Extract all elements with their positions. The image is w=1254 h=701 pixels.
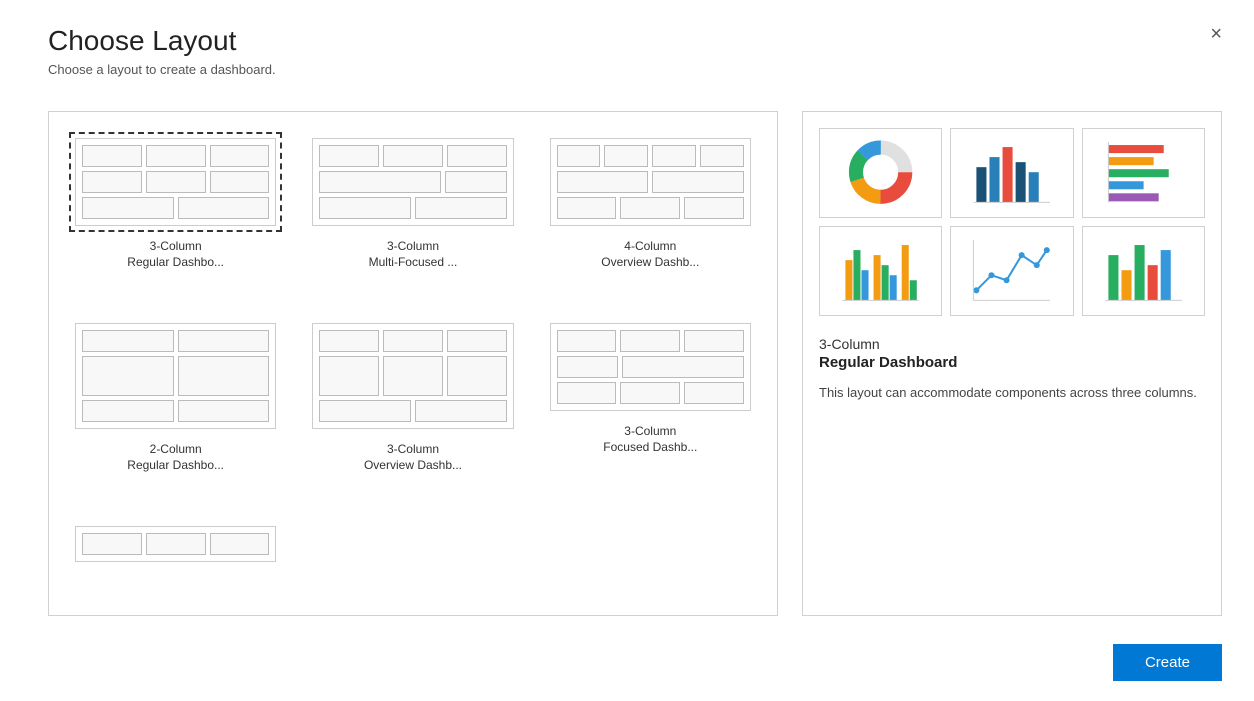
layout-thumb-wrap [69, 520, 282, 568]
thumb-cell [620, 197, 680, 219]
layout-thumb [550, 138, 751, 226]
thumb-cell [652, 171, 744, 193]
chart-cell-donut [819, 128, 942, 218]
layout-label: 3-ColumnMulti-Focused ... [369, 238, 458, 272]
layout-thumb [312, 138, 513, 226]
thumb-cell [620, 330, 680, 352]
layout-thumb [312, 323, 513, 429]
thumb-cell [319, 330, 379, 352]
thumb-cell [684, 197, 744, 219]
layout-item-3col-focused[interactable]: 3-ColumnFocused Dashb... [540, 313, 761, 500]
layout-thumb-wrap [69, 132, 282, 232]
thumb-cell [146, 145, 206, 167]
thumb-cell [557, 356, 619, 378]
thumb-cell [178, 400, 270, 422]
choose-layout-dialog: Choose Layout Choose a layout to create … [0, 0, 1254, 701]
layout-item-3col-multifocused[interactable]: 3-ColumnMulti-Focused ... [302, 128, 523, 297]
thumb-cell [684, 330, 744, 352]
thumb-cell [82, 171, 142, 193]
thumb-cell [178, 356, 270, 396]
layout-thumb-wrap [306, 132, 519, 232]
chart-cell-bar [950, 128, 1073, 218]
preview-layout-name: Regular Dashboard [819, 354, 1205, 371]
thumb-cell [620, 382, 680, 404]
layout-thumb-wrap [544, 132, 757, 232]
thumb-cell [652, 145, 696, 167]
preview-description: This layout can accommodate components a… [819, 383, 1205, 403]
thumb-cell [82, 356, 174, 396]
chart-cell-multibar [1082, 226, 1205, 316]
thumb-cell [82, 197, 174, 219]
dialog-header: Choose Layout Choose a layout to create … [0, 0, 1254, 87]
thumb-cell [383, 356, 443, 396]
layout-label: 2-ColumnRegular Dashbo... [127, 441, 224, 475]
layout-label: 4-ColumnOverview Dashb... [601, 238, 699, 272]
layout-thumb-wrap [69, 317, 282, 435]
preview-charts [819, 128, 1205, 316]
chart-cell-line [950, 226, 1073, 316]
thumb-cell [178, 197, 270, 219]
chart-cell-grouped-bar [819, 226, 942, 316]
thumb-cell [557, 171, 649, 193]
layout-item-4col-overview[interactable]: 4-ColumnOverview Dashb... [540, 128, 761, 297]
thumb-cell [210, 171, 270, 193]
thumb-cell [447, 356, 507, 396]
preview-layout-type: 3-Column [819, 336, 1205, 352]
thumb-cell [557, 382, 617, 404]
thumb-cell [700, 145, 744, 167]
layout-label: 3-ColumnOverview Dashb... [364, 441, 462, 475]
layout-thumb [75, 323, 276, 429]
thumb-cell [210, 145, 270, 167]
dialog-title: Choose Layout [48, 24, 1222, 58]
layout-thumb [75, 526, 276, 562]
thumb-cell [557, 330, 617, 352]
thumb-cell [319, 171, 441, 193]
thumb-cell [557, 145, 601, 167]
thumb-cell [319, 197, 411, 219]
thumb-cell [415, 197, 507, 219]
thumb-cell [319, 145, 379, 167]
layout-thumb [75, 138, 276, 226]
layout-thumb-wrap [544, 317, 757, 417]
dialog-subtitle: Choose a layout to create a dashboard. [48, 62, 1222, 77]
close-button[interactable]: × [1202, 20, 1230, 48]
thumb-cell [557, 197, 617, 219]
thumb-cell [319, 356, 379, 396]
thumb-cell [146, 171, 206, 193]
layout-item-2col-regular[interactable]: 2-ColumnRegular Dashbo... [65, 313, 286, 500]
thumb-cell [684, 382, 744, 404]
layout-label: 3-ColumnRegular Dashbo... [127, 238, 224, 272]
thumb-cell [622, 356, 744, 378]
thumb-cell [383, 330, 443, 352]
layout-thumb [550, 323, 751, 411]
layout-thumb-wrap [306, 317, 519, 435]
thumb-cell [447, 330, 507, 352]
layout-item-3col-overview[interactable]: 3-ColumnOverview Dashb... [302, 313, 523, 500]
thumb-cell [447, 145, 507, 167]
dialog-body: 3-ColumnRegular Dashbo... [0, 87, 1254, 632]
thumb-cell [383, 145, 443, 167]
thumb-cell [178, 330, 270, 352]
thumb-cell [445, 171, 507, 193]
thumb-cell [82, 330, 174, 352]
thumb-cell [210, 533, 270, 555]
layout-list-panel: 3-ColumnRegular Dashbo... [48, 111, 778, 616]
thumb-cell [146, 533, 206, 555]
layout-label: 3-ColumnFocused Dashb... [603, 423, 697, 457]
preview-info: 3-Column Regular Dashboard This layout c… [819, 328, 1205, 403]
thumb-cell [82, 400, 174, 422]
layout-item-partial[interactable] [65, 516, 286, 599]
layout-item-3col-regular[interactable]: 3-ColumnRegular Dashbo... [65, 128, 286, 297]
thumb-cell [319, 400, 411, 422]
thumb-cell [415, 400, 507, 422]
thumb-cell [82, 533, 142, 555]
layout-scroll-area[interactable]: 3-ColumnRegular Dashbo... [49, 112, 777, 615]
dialog-footer: Create [0, 632, 1254, 701]
thumb-cell [82, 145, 142, 167]
preview-panel: 3-Column Regular Dashboard This layout c… [802, 111, 1222, 616]
chart-cell-hbar [1082, 128, 1205, 218]
create-button[interactable]: Create [1113, 644, 1222, 681]
thumb-cell [604, 145, 648, 167]
